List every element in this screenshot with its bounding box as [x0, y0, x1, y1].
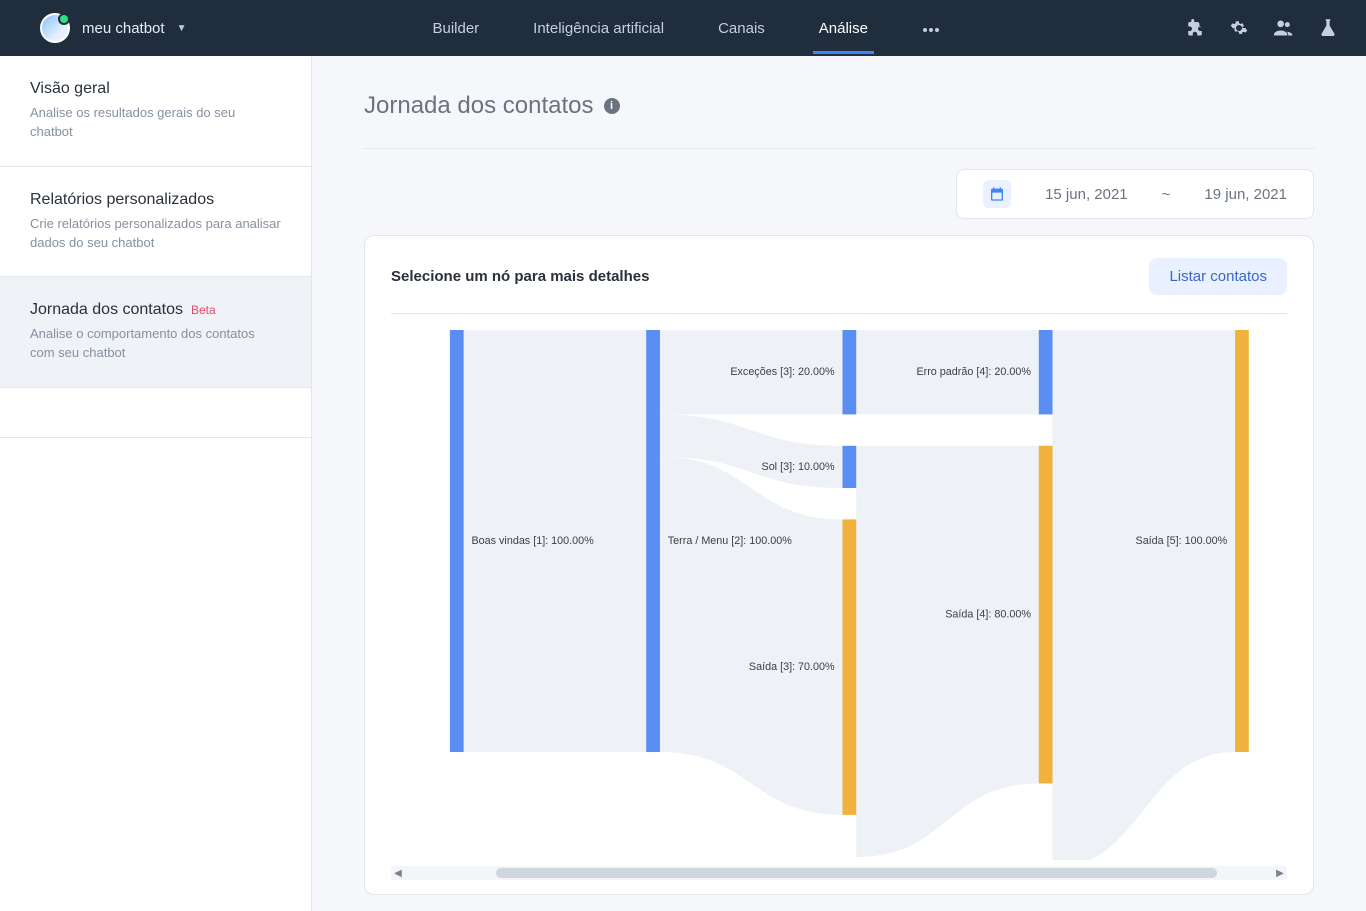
card-title: Selecione um nó para mais detalhes: [391, 268, 649, 285]
sankey-node[interactable]: [1039, 446, 1053, 784]
scroll-right-icon[interactable]: ▶: [1273, 868, 1287, 879]
sidebar-item-desc: Analise os resultados gerais do seu chat…: [30, 104, 281, 142]
sankey-node[interactable]: [842, 330, 856, 414]
sankey-node[interactable]: [842, 446, 856, 488]
more-menu-icon[interactable]: [916, 3, 946, 54]
tab-channels[interactable]: Canais: [712, 3, 771, 54]
scroll-thumb[interactable]: [496, 868, 1216, 878]
beta-badge: Beta: [191, 303, 216, 317]
sidebar-item-desc: Crie relatórios personalizados para anal…: [30, 215, 281, 253]
list-contacts-button[interactable]: Listar contatos: [1149, 258, 1287, 295]
sidebar-item-reports[interactable]: Relatórios personalizados Crie relatório…: [0, 167, 311, 278]
sankey-node-label: Erro padrão [4]: 20.00%: [916, 366, 1031, 378]
sankey-node[interactable]: [1039, 330, 1053, 414]
sankey-node-label: Saída [4]: 80.00%: [945, 608, 1031, 620]
sidebar-item-desc: Analise o comportamento dos contatos com…: [30, 325, 281, 363]
sidebar-item-title: Visão geral: [30, 80, 281, 98]
plugin-icon[interactable]: [1186, 19, 1204, 37]
sankey-node-label: Saída [3]: 70.00%: [749, 661, 835, 673]
sankey-node[interactable]: [1235, 330, 1249, 752]
sidebar-spacer: [0, 388, 311, 438]
sidebar-item-title: Relatórios personalizados: [30, 191, 281, 209]
bot-switcher[interactable]: meu chatbot ▼: [40, 13, 186, 43]
bot-name: meu chatbot: [82, 20, 165, 37]
date-from: 15 jun, 2021: [1045, 186, 1128, 203]
date-range-picker[interactable]: 15 jun, 2021 ~ 19 jun, 2021: [956, 169, 1314, 219]
bot-avatar: [40, 13, 70, 43]
sankey-node-label: Boas vindas [1]: 100.00%: [471, 535, 594, 547]
sidebar: Visão geral Analise os resultados gerais…: [0, 56, 312, 911]
sankey-node-label: Saída [5]: 100.00%: [1136, 535, 1228, 547]
sankey-node[interactable]: [450, 330, 464, 752]
sankey-node-label: Exceções [3]: 20.00%: [730, 366, 835, 378]
flask-icon[interactable]: [1320, 19, 1336, 37]
page-title: Jornada dos contatos i: [364, 92, 1314, 149]
main-tabs: Builder Inteligência artificial Canais A…: [426, 3, 946, 54]
gear-icon[interactable]: [1230, 19, 1248, 37]
sidebar-item-overview[interactable]: Visão geral Analise os resultados gerais…: [0, 56, 311, 167]
journey-card: Selecione um nó para mais detalhes Lista…: [364, 235, 1314, 895]
chart-scrollbar[interactable]: ◀ ▶: [391, 866, 1287, 880]
date-to: 19 jun, 2021: [1204, 186, 1287, 203]
sankey-node-label: Terra / Menu [2]: 100.00%: [668, 535, 792, 547]
info-icon[interactable]: i: [604, 98, 620, 114]
chevron-down-icon: ▼: [177, 23, 187, 34]
tab-analysis[interactable]: Análise: [813, 3, 874, 54]
date-separator: ~: [1162, 186, 1171, 203]
scroll-left-icon[interactable]: ◀: [391, 868, 405, 879]
sankey-node[interactable]: [646, 330, 660, 752]
tab-ai[interactable]: Inteligência artificial: [527, 3, 670, 54]
sankey-chart[interactable]: Boas vindas [1]: 100.00% Terra / Menu [2]…: [391, 330, 1287, 860]
sankey-node[interactable]: [842, 519, 856, 814]
sidebar-item-journey[interactable]: Jornada dos contatos Beta Analise o comp…: [0, 277, 311, 388]
tab-builder[interactable]: Builder: [426, 3, 485, 54]
team-icon[interactable]: [1274, 19, 1294, 37]
calendar-icon: [983, 180, 1011, 208]
sidebar-item-title: Jornada dos contatos Beta: [30, 301, 281, 319]
sankey-node-label: Sol [3]: 10.00%: [762, 461, 836, 473]
